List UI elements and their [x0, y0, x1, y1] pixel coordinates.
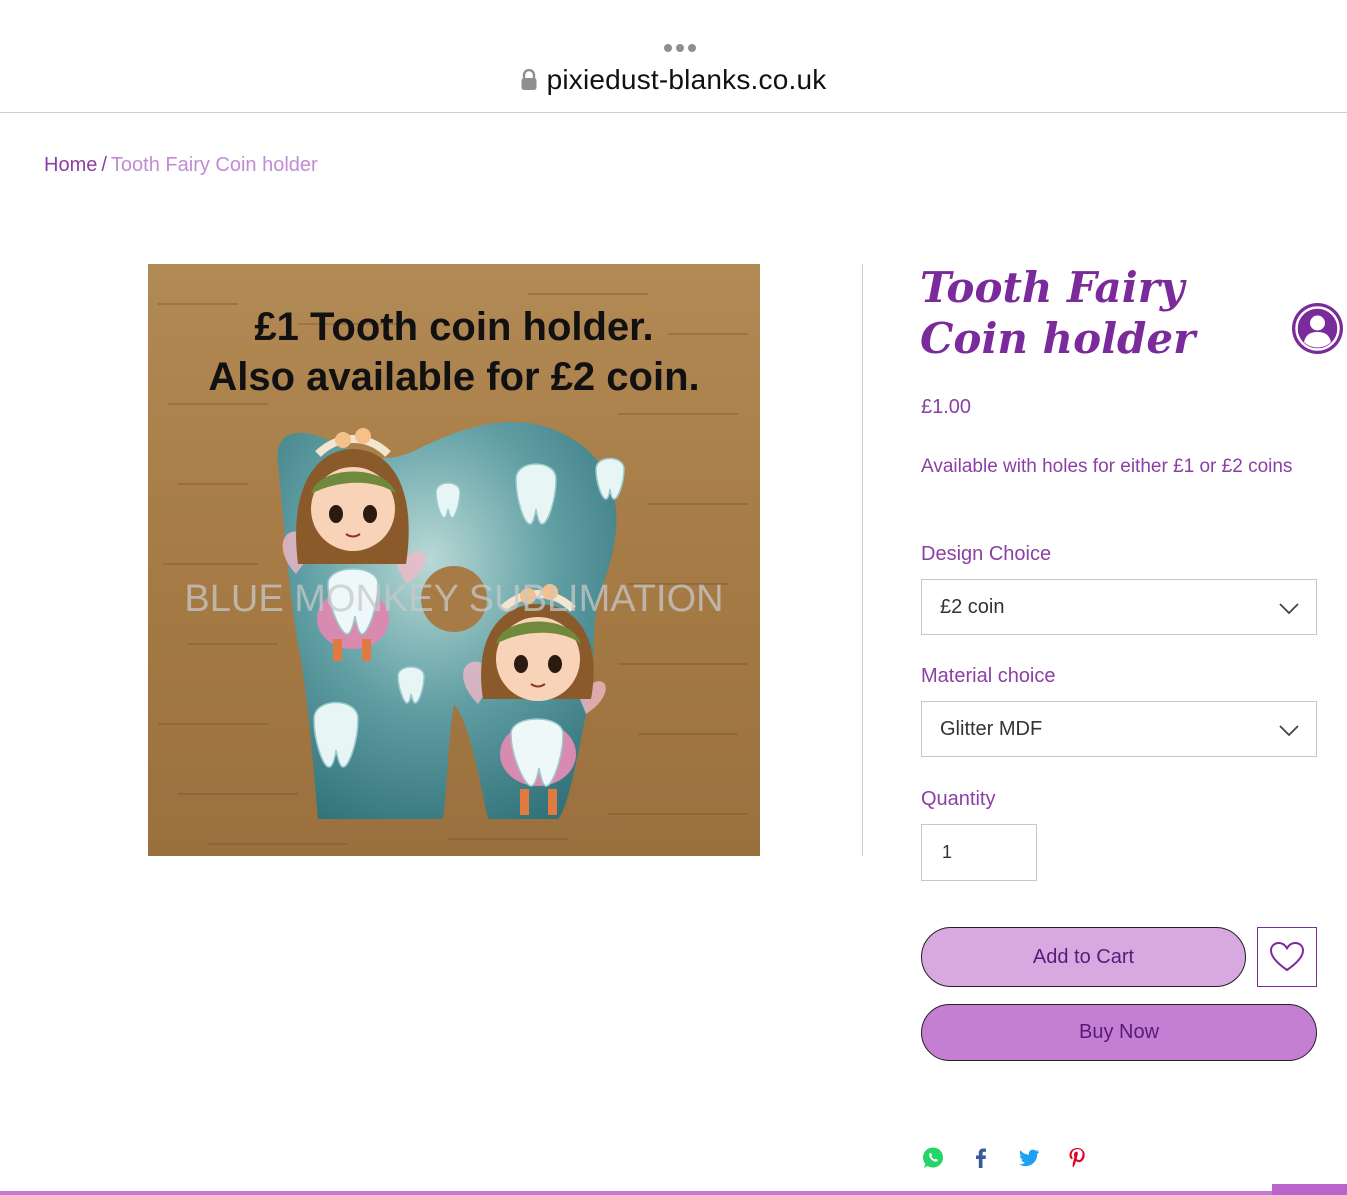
design-choice-label: Design Choice	[921, 543, 1052, 565]
quantity-input[interactable]: 1	[921, 824, 1037, 881]
bottom-accent-line	[0, 1191, 1347, 1195]
chevron-down-icon	[1279, 603, 1299, 615]
heart-icon	[1270, 942, 1304, 972]
facebook-icon[interactable]	[969, 1146, 993, 1170]
product-title: Tooth Fairy Coin holder	[920, 263, 1196, 363]
breadcrumb-current: Tooth Fairy Coin holder	[110, 154, 318, 176]
buy-now-button[interactable]: Buy Now	[921, 1004, 1317, 1061]
share-bar	[921, 1146, 1089, 1170]
breadcrumb-home-link[interactable]: Home	[44, 154, 97, 176]
material-choice-value: Glitter MDF	[940, 717, 1043, 740]
bottom-tab-indicator	[1272, 1184, 1347, 1195]
whatsapp-icon[interactable]	[921, 1146, 945, 1170]
material-choice-select[interactable]: Glitter MDF	[921, 701, 1317, 757]
image-caption-line2: Also available for £2 coin.	[208, 355, 699, 399]
pinterest-icon[interactable]	[1065, 1146, 1089, 1170]
browser-address-bar: pixiedust-blanks.co.uk	[0, 0, 1347, 113]
quantity-label: Quantity	[921, 788, 996, 810]
url-text: pixiedust-blanks.co.uk	[546, 64, 827, 95]
image-caption-line1: £1 Tooth coin holder.	[254, 305, 653, 349]
url-display[interactable]: pixiedust-blanks.co.uk	[0, 64, 1347, 96]
material-choice-label: Material choice	[921, 665, 1056, 687]
lock-icon	[521, 69, 537, 90]
more-dots-icon[interactable]	[664, 44, 696, 52]
breadcrumb: Home / Tooth Fairy Coin holder	[44, 154, 318, 177]
wishlist-button[interactable]	[1257, 927, 1317, 987]
user-avatar-button[interactable]	[1292, 303, 1343, 354]
breadcrumb-separator: /	[101, 154, 107, 176]
product-image[interactable]: £1 Tooth coin holder. Also available for…	[148, 264, 760, 856]
product-description: Available with holes for either £1 or £2…	[921, 456, 1293, 477]
design-choice-select[interactable]: £2 coin	[921, 579, 1317, 635]
design-choice-value: £2 coin	[940, 595, 1005, 618]
twitter-icon[interactable]	[1017, 1146, 1041, 1170]
user-icon	[1295, 306, 1340, 351]
image-watermark: BLUE MONKEY SUBLIMATION	[184, 578, 723, 620]
add-to-cart-button[interactable]: Add to Cart	[921, 927, 1246, 987]
chevron-down-icon	[1279, 725, 1299, 737]
column-divider	[862, 264, 863, 856]
product-price: £1.00	[921, 396, 972, 418]
